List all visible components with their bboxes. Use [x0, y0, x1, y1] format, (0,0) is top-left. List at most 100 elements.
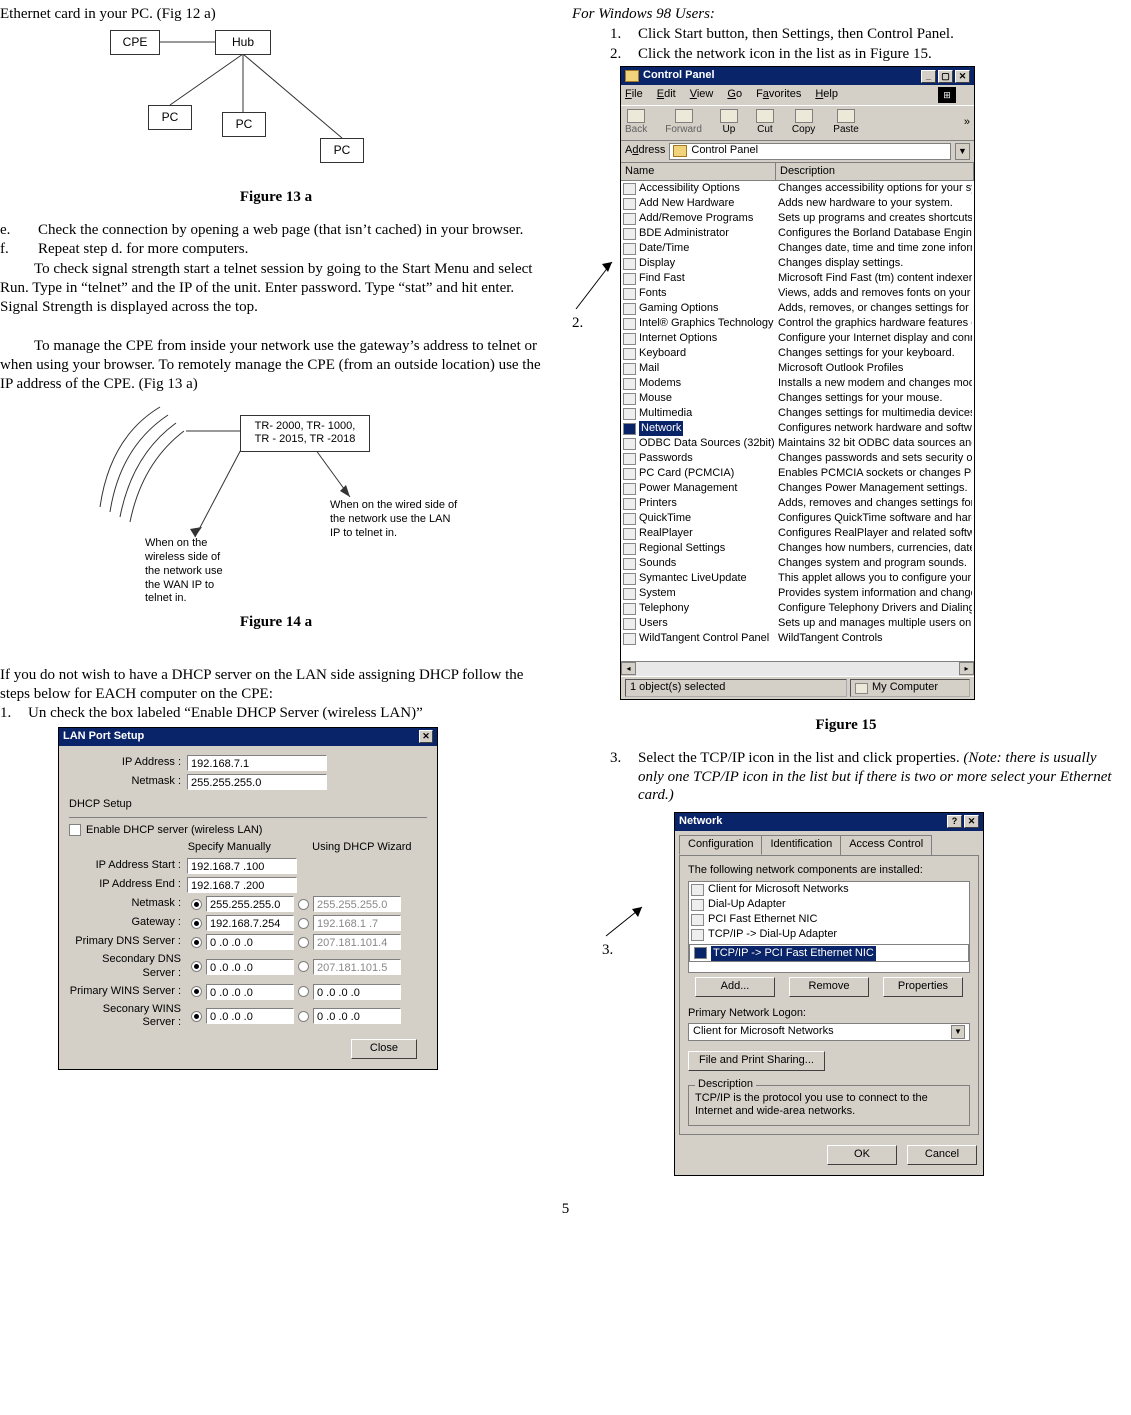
- chevron-right-icon[interactable]: »: [964, 116, 970, 130]
- cp-menubar[interactable]: FFileile Edit View Go Favorites Help ⊞: [621, 85, 974, 105]
- tb-paste[interactable]: Paste: [833, 109, 859, 137]
- list-item[interactable]: MultimediaChanges settings for multimedi…: [621, 406, 974, 421]
- tb-cut[interactable]: Cut: [756, 109, 774, 137]
- sdns-manual-input[interactable]: 0 .0 .0 .0: [206, 959, 294, 975]
- list-item[interactable]: Add/Remove ProgramsSets up programs and …: [621, 211, 974, 226]
- address-input[interactable]: Control Panel: [669, 143, 951, 160]
- list-item[interactable]: Date/TimeChanges date, time and time zon…: [621, 241, 974, 256]
- list-item[interactable]: TCP/IP -> Dial-Up Adapter: [689, 927, 969, 942]
- list-item[interactable]: Regional SettingsChanges how numbers, cu…: [621, 541, 974, 556]
- list-item[interactable]: BDE AdministratorConfigures the Borland …: [621, 226, 974, 241]
- gateway-wizard-input[interactable]: 192.168.1 .7: [313, 915, 401, 931]
- net-titlebar[interactable]: Network ? ✕: [675, 813, 983, 831]
- sdns-wizard-input[interactable]: 207.181.101.5: [313, 959, 401, 975]
- ip-address-input[interactable]: 192.168.7.1: [187, 755, 327, 771]
- list-item[interactable]: RealPlayerConfigures RealPlayer and rela…: [621, 526, 974, 541]
- menu-go[interactable]: Go: [727, 88, 742, 102]
- list-item[interactable]: KeyboardChanges settings for your keyboa…: [621, 346, 974, 361]
- minimize-icon[interactable]: _: [921, 70, 936, 83]
- list-item[interactable]: Add New HardwareAdds new hardware to you…: [621, 196, 974, 211]
- list-item[interactable]: PrintersAdds, removes and changes settin…: [621, 496, 974, 511]
- file-print-sharing-button[interactable]: File and Print Sharing...: [688, 1051, 825, 1071]
- list-item[interactable]: Accessibility OptionsChanges accessibili…: [621, 181, 974, 196]
- gateway-radio-wizard[interactable]: [298, 918, 309, 929]
- tab-identification[interactable]: Identification: [761, 835, 841, 855]
- netmask-input[interactable]: 255.255.255.0: [187, 774, 327, 790]
- enable-dhcp-checkbox[interactable]: [69, 824, 81, 836]
- pdns-manual-input[interactable]: 0 .0 .0 .0: [206, 934, 294, 950]
- list-item[interactable]: PasswordsChanges passwords and sets secu…: [621, 451, 974, 466]
- chevron-down-icon[interactable]: ▼: [951, 1025, 965, 1039]
- netmask-radio-manual[interactable]: [191, 899, 202, 910]
- list-item[interactable]: Client for Microsoft Networks: [689, 882, 969, 897]
- close-button[interactable]: Close: [351, 1039, 417, 1059]
- sdns-radio-wizard[interactable]: [298, 961, 309, 972]
- cp-titlebar[interactable]: Control Panel _ ▢ ✕: [621, 67, 974, 85]
- menu-help[interactable]: Help: [815, 88, 838, 102]
- tb-back[interactable]: Back: [625, 109, 647, 137]
- list-item[interactable]: Symantec LiveUpdateThis applet allows yo…: [621, 571, 974, 586]
- ip-start-input[interactable]: 192.168.7 .100: [187, 858, 297, 874]
- list-item[interactable]: Find FastMicrosoft Find Fast (tm) conten…: [621, 271, 974, 286]
- maximize-icon[interactable]: ▢: [938, 70, 953, 83]
- list-item[interactable]: QuickTimeConfigures QuickTime software a…: [621, 511, 974, 526]
- tb-up[interactable]: Up: [720, 109, 738, 137]
- remove-button[interactable]: Remove: [789, 977, 869, 997]
- list-item[interactable]: SoundsChanges system and program sounds.: [621, 556, 974, 571]
- pwins-radio-manual[interactable]: [191, 986, 202, 997]
- pdns-radio-wizard[interactable]: [298, 937, 309, 948]
- list-item[interactable]: PC Card (PCMCIA)Enables PCMCIA sockets o…: [621, 466, 974, 481]
- list-item[interactable]: ModemsInstalls a new modem and changes m…: [621, 376, 974, 391]
- ip-end-input[interactable]: 192.168.7 .200: [187, 877, 297, 893]
- list-item[interactable]: NetworkConfigures network hardware and s…: [621, 421, 974, 436]
- list-item[interactable]: Gaming OptionsAdds, removes, or changes …: [621, 301, 974, 316]
- list-item[interactable]: Intel® Graphics TechnologyControl the gr…: [621, 316, 974, 331]
- gateway-manual-input[interactable]: 192.168.7.254: [206, 915, 294, 931]
- menu-favorites[interactable]: Favorites: [756, 88, 801, 102]
- swins-wizard-input[interactable]: 0 .0 .0 .0: [313, 1008, 401, 1024]
- col-name[interactable]: Name: [621, 163, 776, 181]
- list-item[interactable]: DisplayChanges display settings.: [621, 256, 974, 271]
- list-item[interactable]: SystemProvides system information and ch…: [621, 586, 974, 601]
- cancel-button[interactable]: Cancel: [907, 1145, 977, 1165]
- tab-access-control[interactable]: Access Control: [840, 835, 932, 855]
- components-list[interactable]: Client for Microsoft NetworksDial-Up Ada…: [688, 881, 970, 973]
- cp-scrollbar[interactable]: ◂ ▸: [621, 661, 974, 676]
- pdns-radio-manual[interactable]: [191, 937, 202, 948]
- scroll-right-icon[interactable]: ▸: [959, 662, 974, 675]
- add-button[interactable]: Add...: [695, 977, 775, 997]
- dialog-titlebar[interactable]: LAN Port Setup ✕: [59, 728, 437, 746]
- list-item[interactable]: PCI Fast Ethernet NIC: [689, 912, 969, 927]
- swins-radio-wizard[interactable]: [298, 1011, 309, 1022]
- list-item[interactable]: TCP/IP -> PCI Fast Ethernet NIC: [689, 944, 969, 962]
- swins-radio-manual[interactable]: [191, 1011, 202, 1022]
- close-icon[interactable]: ✕: [964, 815, 979, 828]
- list-item[interactable]: UsersSets up and manages multiple users …: [621, 616, 974, 631]
- netmask-manual-input[interactable]: 255.255.255.0: [206, 896, 294, 912]
- chevron-down-icon[interactable]: ▼: [955, 143, 970, 160]
- list-item[interactable]: Power ManagementChanges Power Management…: [621, 481, 974, 496]
- list-item[interactable]: Dial-Up Adapter: [689, 897, 969, 912]
- col-description[interactable]: Description: [776, 163, 974, 181]
- list-item[interactable]: FontsViews, adds and removes fonts on yo…: [621, 286, 974, 301]
- cp-column-headers[interactable]: Name Description: [621, 163, 974, 182]
- scroll-track[interactable]: [636, 662, 959, 676]
- tb-forward[interactable]: Forward: [665, 109, 702, 137]
- ok-button[interactable]: OK: [827, 1145, 897, 1165]
- list-item[interactable]: File and printer sharing for Microsoft N…: [689, 972, 969, 973]
- swins-manual-input[interactable]: 0 .0 .0 .0: [206, 1008, 294, 1024]
- properties-button[interactable]: Properties: [883, 977, 963, 997]
- list-item[interactable]: ODBC Data Sources (32bit)Maintains 32 bi…: [621, 436, 974, 451]
- list-item[interactable]: TelephonyConfigure Telephony Drivers and…: [621, 601, 974, 616]
- list-item[interactable]: Internet OptionsConfigure your Internet …: [621, 331, 974, 346]
- tab-configuration[interactable]: Configuration: [679, 835, 762, 855]
- gateway-radio-manual[interactable]: [191, 918, 202, 929]
- list-item[interactable]: WildTangent Control PanelWildTangent Con…: [621, 631, 974, 646]
- menu-view[interactable]: View: [690, 88, 714, 102]
- pwins-wizard-input[interactable]: 0 .0 .0 .0: [313, 984, 401, 1000]
- pwins-radio-wizard[interactable]: [298, 986, 309, 997]
- sdns-radio-manual[interactable]: [191, 961, 202, 972]
- pdns-wizard-input[interactable]: 207.181.101.4: [313, 934, 401, 950]
- cp-list[interactable]: Accessibility OptionsChanges accessibili…: [621, 181, 974, 661]
- pwins-manual-input[interactable]: 0 .0 .0 .0: [206, 984, 294, 1000]
